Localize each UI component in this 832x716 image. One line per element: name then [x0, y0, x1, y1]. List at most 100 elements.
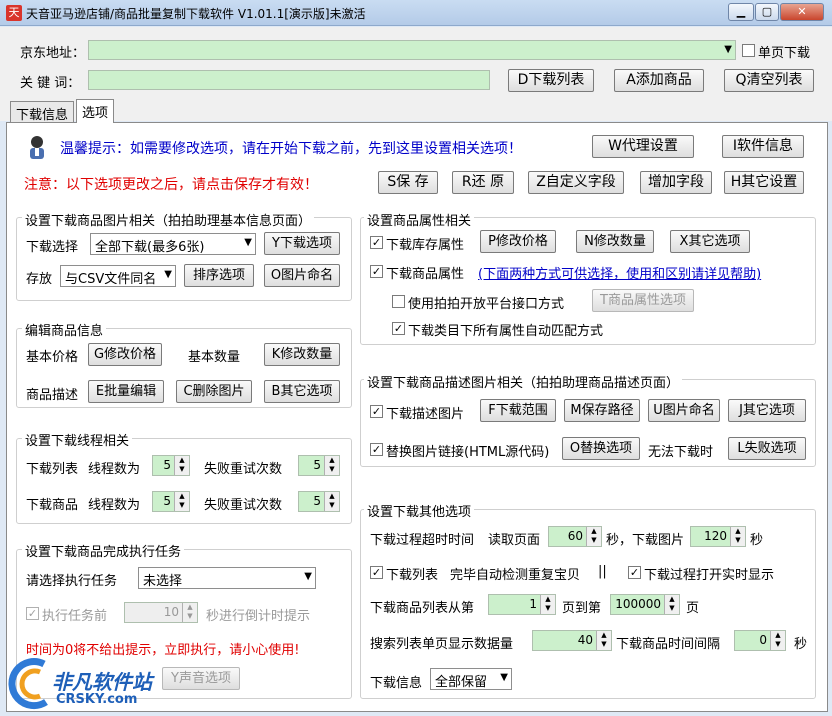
download-list-checkbox[interactable]: ✓ — [370, 566, 383, 579]
restore-button[interactable]: R还 原 — [452, 171, 514, 194]
stock-attr-checkbox[interactable]: ✓ — [370, 236, 383, 249]
download-desc-checkbox[interactable]: ✓ — [370, 405, 383, 418]
tab-download-info[interactable]: 下载信息 — [10, 101, 75, 123]
attr-option-button[interactable]: T商品属性选项 — [592, 289, 694, 312]
page-seconds-value: 60 — [567, 529, 583, 543]
auto-detect-label: 完毕自动检测重复宝贝 — [450, 568, 581, 583]
single-page-label: 单页下载 — [758, 46, 811, 61]
add-field-button[interactable]: 增加字段 — [640, 171, 712, 194]
store-label: 存放 — [26, 272, 53, 287]
save-button[interactable]: S保 存 — [378, 171, 438, 194]
search-per-page-label: 搜索列表单页显示数据量 — [370, 637, 514, 652]
crsky-watermark: 非凡软件站 CRSKY.com — [6, 656, 176, 712]
keyword-input[interactable] — [88, 70, 490, 90]
image-naming-button[interactable]: O图片命名 — [264, 264, 340, 287]
tab-options[interactable]: 选项 — [76, 99, 115, 123]
page-seconds-spinner[interactable]: 60 ▲ ▼ — [548, 526, 602, 547]
delete-image-button[interactable]: C删除图片 — [176, 380, 252, 403]
spin-arrows-icon[interactable]: ▲ ▼ — [586, 527, 601, 546]
single-page-checkbox[interactable] — [742, 44, 755, 57]
add-goods-button[interactable]: A添加商品 — [614, 69, 704, 92]
from-page-value: 1 — [529, 597, 537, 611]
exec-seconds-spinner[interactable]: 10 ▲ ▼ — [124, 602, 198, 623]
goods-attr-help-link[interactable]: (下面两种方式可供选择，使用和区别请详见帮助) — [478, 263, 761, 282]
auto-match-checkbox[interactable]: ✓ — [392, 322, 405, 335]
desc-image-naming-button[interactable]: U图片命名 — [648, 399, 720, 422]
desc-other-options-button[interactable]: J其它选项 — [728, 399, 806, 422]
spin-arrows-icon[interactable]: ▲ ▼ — [174, 456, 189, 475]
download-choice-select[interactable]: 全部下载(最多6张) ▼ — [90, 233, 256, 255]
attr-modify-qty-button[interactable]: N修改数量 — [576, 230, 654, 253]
from-page-spinner[interactable]: 1 ▲ ▼ — [488, 594, 556, 615]
replace-link-checkbox[interactable]: ✓ — [370, 443, 383, 456]
spin-arrows-icon[interactable]: ▲ ▼ — [324, 456, 339, 475]
interval-spinner[interactable]: 0 ▲ ▼ — [734, 630, 786, 651]
choose-task-select[interactable]: 未选择 ▼ — [138, 567, 316, 589]
spin-arrows-icon[interactable]: ▲ ▼ — [770, 631, 785, 650]
attr-other-options-button[interactable]: X其它选项 — [670, 230, 750, 253]
goods-retry-spinner[interactable]: 5 ▲ ▼ — [298, 491, 340, 512]
spin-arrows-icon[interactable]: ▲ ▼ — [730, 527, 745, 546]
software-info-button[interactable]: I软件信息 — [722, 135, 804, 158]
goods-attr-checkbox[interactable]: ✓ — [370, 265, 383, 278]
watermark-en: CRSKY.com — [56, 692, 138, 707]
proxy-settings-button[interactable]: W代理设置 — [592, 135, 694, 158]
spin-arrows-icon[interactable]: ▲ ▼ — [664, 595, 679, 614]
store-select[interactable]: 与CSV文件同名 ▼ — [60, 265, 176, 287]
download-range-button[interactable]: F下载范围 — [480, 399, 556, 422]
interval-unit-label: 秒 — [794, 637, 808, 652]
spin-arrows-icon[interactable]: ▲ ▼ — [174, 492, 189, 511]
fail-option-button[interactable]: L失败选项 — [728, 437, 806, 460]
minimize-button[interactable]: ▁ — [728, 3, 754, 21]
download-desc-label: 下载描述图片 — [386, 407, 465, 422]
save-path-button[interactable]: M保存路径 — [564, 399, 640, 422]
other-settings-button[interactable]: H其它设置 — [724, 171, 804, 194]
interval-label: 下载商品时间间隔 — [616, 637, 721, 652]
spin-arrows-icon[interactable]: ▲ ▼ — [596, 631, 611, 650]
threads-label: 线程数为 — [88, 462, 141, 477]
goods-threads-spinner[interactable]: 5 ▲ ▼ — [152, 491, 190, 512]
retry-label: 失败重试次数 — [204, 462, 283, 477]
auto-match-label: 下载类目下所有属性自动匹配方式 — [408, 324, 604, 339]
download-list-button[interactable]: D下载列表 — [508, 69, 594, 92]
countdown-label: 秒进行倒计时提示 — [206, 609, 311, 624]
download-option-button[interactable]: Y下载选项 — [264, 232, 340, 255]
image-group-title: 设置下载商品图片相关（拍拍助理基本信息页面） — [22, 210, 315, 229]
sort-option-button[interactable]: 排序选项 — [184, 264, 254, 287]
modify-qty-button[interactable]: K修改数量 — [264, 343, 340, 366]
spin-arrows-icon[interactable]: ▲ ▼ — [540, 595, 555, 614]
replace-option-button[interactable]: O替换选项 — [562, 437, 640, 460]
per-page-spinner[interactable]: 40 ▲ ▼ — [532, 630, 612, 651]
download-info-select[interactable]: 全部保留 ▼ — [430, 668, 512, 690]
open-api-label: 使用拍拍开放平台接口方式 — [408, 297, 565, 312]
exec-before-checkbox[interactable]: ✓ — [26, 607, 39, 620]
jd-address-combo[interactable]: ▼ — [88, 40, 736, 60]
choose-task-label: 请选择执行任务 — [26, 574, 118, 589]
open-api-checkbox[interactable] — [392, 295, 405, 308]
maximize-button[interactable]: ▢ — [755, 3, 779, 21]
goods-label: 下载商品 — [26, 498, 79, 513]
exec-before-label: 执行任务前 — [42, 609, 108, 624]
batch-edit-button[interactable]: E批量编辑 — [88, 380, 164, 403]
seconds-label: 秒 — [750, 533, 764, 548]
image-seconds-spinner[interactable]: 120 ▲ ▼ — [690, 526, 746, 547]
realtime-checkbox[interactable]: ✓ — [628, 566, 641, 579]
close-button[interactable]: ✕ — [780, 3, 824, 21]
per-page-value: 40 — [577, 633, 593, 647]
custom-field-button[interactable]: Z自定义字段 — [528, 171, 624, 194]
assistant-icon — [24, 134, 50, 160]
modify-price-button[interactable]: G修改价格 — [88, 343, 162, 366]
clear-list-button[interactable]: Q清空列表 — [724, 69, 814, 92]
keyword-label: 关 键 词： — [20, 76, 81, 91]
other-options-button[interactable]: B其它选项 — [264, 380, 340, 403]
download-info-value: 全部保留 — [435, 675, 488, 690]
spin-arrows-icon[interactable]: ▲ ▼ — [324, 492, 339, 511]
warning-text: 注意：以下选项更改之后，请点击保存才有效！ — [24, 177, 318, 193]
to-page-spinner[interactable]: 100000 ▲ ▼ — [610, 594, 680, 615]
list-threads-spinner[interactable]: 5 ▲ ▼ — [152, 455, 190, 476]
list-retry-spinner[interactable]: 5 ▲ ▼ — [298, 455, 340, 476]
attribute-group-title: 设置商品属性相关 — [364, 210, 475, 229]
attr-modify-price-button[interactable]: P修改价格 — [480, 230, 556, 253]
spin-arrows-icon[interactable]: ▲ ▼ — [182, 603, 197, 622]
choose-task-value: 未选择 — [143, 574, 183, 589]
